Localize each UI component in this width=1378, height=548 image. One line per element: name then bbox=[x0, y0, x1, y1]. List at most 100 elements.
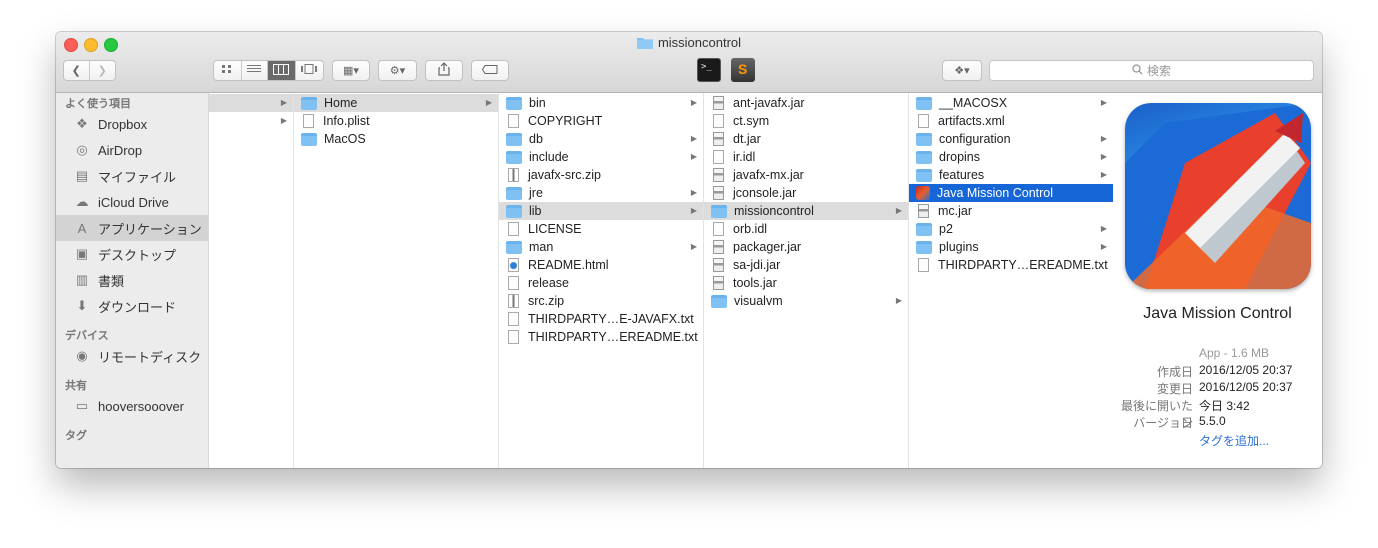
file-row[interactable]: sa-jdi.jar bbox=[704, 256, 908, 274]
folder-row[interactable]: plugins ▶ bbox=[909, 238, 1113, 256]
disclosure-arrow-icon: ▶ bbox=[690, 134, 697, 143]
folder-row[interactable]: missioncontrol ▶ bbox=[704, 202, 908, 220]
sidebar-item-label: ダウンロード bbox=[98, 299, 177, 315]
back-forward-control[interactable]: ❮ ❯ bbox=[63, 60, 116, 81]
preview-kind: App - 1.6 MB bbox=[1199, 346, 1270, 360]
sidebar-item[interactable]: ⬇ ダウンロード bbox=[56, 293, 208, 319]
back-button[interactable]: ❮ bbox=[64, 61, 90, 80]
file-row[interactable]: THIRDPARTY…EREADME.txt bbox=[499, 328, 703, 346]
column-contents[interactable]: Home ▶ Info.plist MacOS bbox=[294, 93, 499, 468]
file-row[interactable]: jconsole.jar bbox=[704, 184, 908, 202]
column-home[interactable]: bin ▶ COPYRIGHT db ▶ include ▶ javafx-src.zip jr… bbox=[499, 93, 704, 468]
file-row[interactable]: artifacts.xml bbox=[909, 112, 1113, 130]
file-row[interactable]: javafx-mx.jar bbox=[704, 166, 908, 184]
item-name: db bbox=[529, 132, 543, 146]
folder-row[interactable]: jre ▶ bbox=[499, 184, 703, 202]
column-missioncontrol[interactable]: __MACOSX ▶ artifacts.xml configuration ▶ drop… bbox=[909, 93, 1114, 468]
column-lib[interactable]: ant-javafx.jar ct.sym dt.jar ir.idl javafx-m… bbox=[704, 93, 909, 468]
file-row[interactable]: ct.sym bbox=[704, 112, 908, 130]
share-button[interactable] bbox=[425, 60, 463, 81]
column-applications[interactable]: ▶ ▶ bbox=[209, 93, 294, 468]
sidebar-item[interactable]: ▤ マイファイル bbox=[56, 163, 208, 189]
jar-file-icon bbox=[713, 258, 724, 272]
file-row[interactable]: COPYRIGHT bbox=[499, 112, 703, 130]
sublime-app-button[interactable]: S bbox=[731, 58, 755, 82]
folder-row[interactable]: include ▶ bbox=[499, 148, 703, 166]
item-name: __MACOSX bbox=[939, 96, 1008, 110]
file-row[interactable]: tools.jar bbox=[704, 274, 908, 292]
share-icon bbox=[438, 62, 450, 79]
file-row[interactable]: THIRDPARTY…E-JAVAFX.txt bbox=[499, 310, 703, 328]
disc-icon: ◉ bbox=[76, 348, 88, 363]
terminal-icon: >_ bbox=[701, 62, 712, 72]
sidebar-item[interactable]: ▣ デスクトップ bbox=[56, 241, 208, 267]
action-button[interactable]: ⚙▾ bbox=[378, 60, 417, 81]
folder-icon bbox=[711, 204, 727, 218]
sidebar-item[interactable]: ◎ AirDrop bbox=[56, 137, 208, 163]
item-name: plugins bbox=[939, 240, 979, 254]
sidebar-item[interactable]: ▭ hooversooover bbox=[56, 393, 208, 419]
file-row[interactable]: Java Mission Control bbox=[909, 184, 1113, 202]
arrange-button[interactable]: ▦▾ bbox=[332, 60, 370, 81]
icon-view-button[interactable] bbox=[214, 61, 242, 80]
folder-row[interactable]: bin ▶ bbox=[499, 94, 703, 112]
item-name: man bbox=[529, 240, 554, 254]
sidebar-item[interactable]: ◉ リモートディスク bbox=[56, 343, 208, 369]
folder-row[interactable]: Home ▶ bbox=[294, 94, 498, 112]
file-row[interactable]: ▶ bbox=[209, 112, 293, 130]
file-row[interactable]: README.html bbox=[499, 256, 703, 274]
folder-row[interactable]: configuration ▶ bbox=[909, 130, 1113, 148]
file-row[interactable]: release bbox=[499, 274, 703, 292]
all-files-icon: ▤ bbox=[75, 168, 89, 183]
item-name: jconsole.jar bbox=[733, 186, 797, 200]
window-title-text: missioncontrol bbox=[657, 35, 742, 50]
folder-row[interactable]: __MACOSX ▶ bbox=[909, 94, 1113, 112]
folder-row[interactable]: features ▶ bbox=[909, 166, 1113, 184]
file-row[interactable]: THIRDPARTY…EREADME.txt bbox=[909, 256, 1113, 274]
column-view-button[interactable] bbox=[268, 61, 296, 80]
chevron-left-icon: ❮ bbox=[71, 65, 81, 77]
file-row[interactable]: packager.jar bbox=[704, 238, 908, 256]
file-row[interactable]: mc.jar bbox=[909, 202, 1113, 220]
tags-button[interactable] bbox=[471, 60, 509, 81]
item-name: missioncontrol bbox=[734, 204, 814, 218]
folder-icon bbox=[636, 36, 653, 52]
search-field[interactable]: 検索 bbox=[989, 60, 1314, 81]
terminal-app-button[interactable]: >_ bbox=[697, 58, 721, 82]
item-name: THIRDPARTY…EREADME.txt bbox=[528, 330, 698, 344]
jar-file-icon bbox=[713, 276, 724, 290]
file-row[interactable]: ▶ bbox=[209, 94, 293, 112]
sidebar-item[interactable]: A アプリケーション bbox=[56, 215, 208, 241]
file-row[interactable]: javafx-src.zip bbox=[499, 166, 703, 184]
folder-row[interactable]: man ▶ bbox=[499, 238, 703, 256]
dropbox-toolbar-button[interactable]: ❖▾ bbox=[942, 60, 982, 81]
folder-row[interactable]: visualvm ▶ bbox=[704, 292, 908, 310]
sidebar-item[interactable]: ❖ Dropbox bbox=[56, 111, 208, 137]
file-row[interactable]: ant-javafx.jar bbox=[704, 94, 908, 112]
folder-row[interactable]: p2 ▶ bbox=[909, 220, 1113, 238]
titlebar: missioncontrol ❮ ❯ ▦▾ ⚙▾ >_ S ❖▾ 検索 bbox=[56, 32, 1322, 93]
sidebar-item[interactable]: ☁ iCloud Drive bbox=[56, 189, 208, 215]
file-row[interactable]: ir.idl bbox=[704, 148, 908, 166]
folder-icon bbox=[711, 294, 727, 308]
sidebar-item[interactable]: ▥ 書類 bbox=[56, 267, 208, 293]
file-row[interactable]: Info.plist bbox=[294, 112, 498, 130]
list-view-button[interactable] bbox=[242, 61, 269, 80]
folder-row[interactable]: lib ▶ bbox=[499, 202, 703, 220]
cover-flow-view-button[interactable] bbox=[296, 61, 323, 80]
file-row[interactable]: orb.idl bbox=[704, 220, 908, 238]
disclosure-arrow-icon: ▶ bbox=[1100, 134, 1107, 143]
file-row[interactable]: src.zip bbox=[499, 292, 703, 310]
folder-row[interactable]: db ▶ bbox=[499, 130, 703, 148]
item-name: README.html bbox=[528, 258, 609, 272]
forward-button[interactable]: ❯ bbox=[90, 61, 115, 80]
folder-row[interactable]: MacOS bbox=[294, 130, 498, 148]
file-row[interactable]: dt.jar bbox=[704, 130, 908, 148]
folder-icon bbox=[506, 132, 522, 146]
sidebar-section-heading: よく使う項目 bbox=[65, 98, 131, 110]
file-row[interactable]: LICENSE bbox=[499, 220, 703, 238]
view-mode-control[interactable] bbox=[213, 60, 324, 81]
sidebar-section-heading: 共有 bbox=[65, 380, 87, 392]
folder-row[interactable]: dropins ▶ bbox=[909, 148, 1113, 166]
add-tags-link[interactable]: タグを追加... bbox=[1199, 432, 1269, 449]
